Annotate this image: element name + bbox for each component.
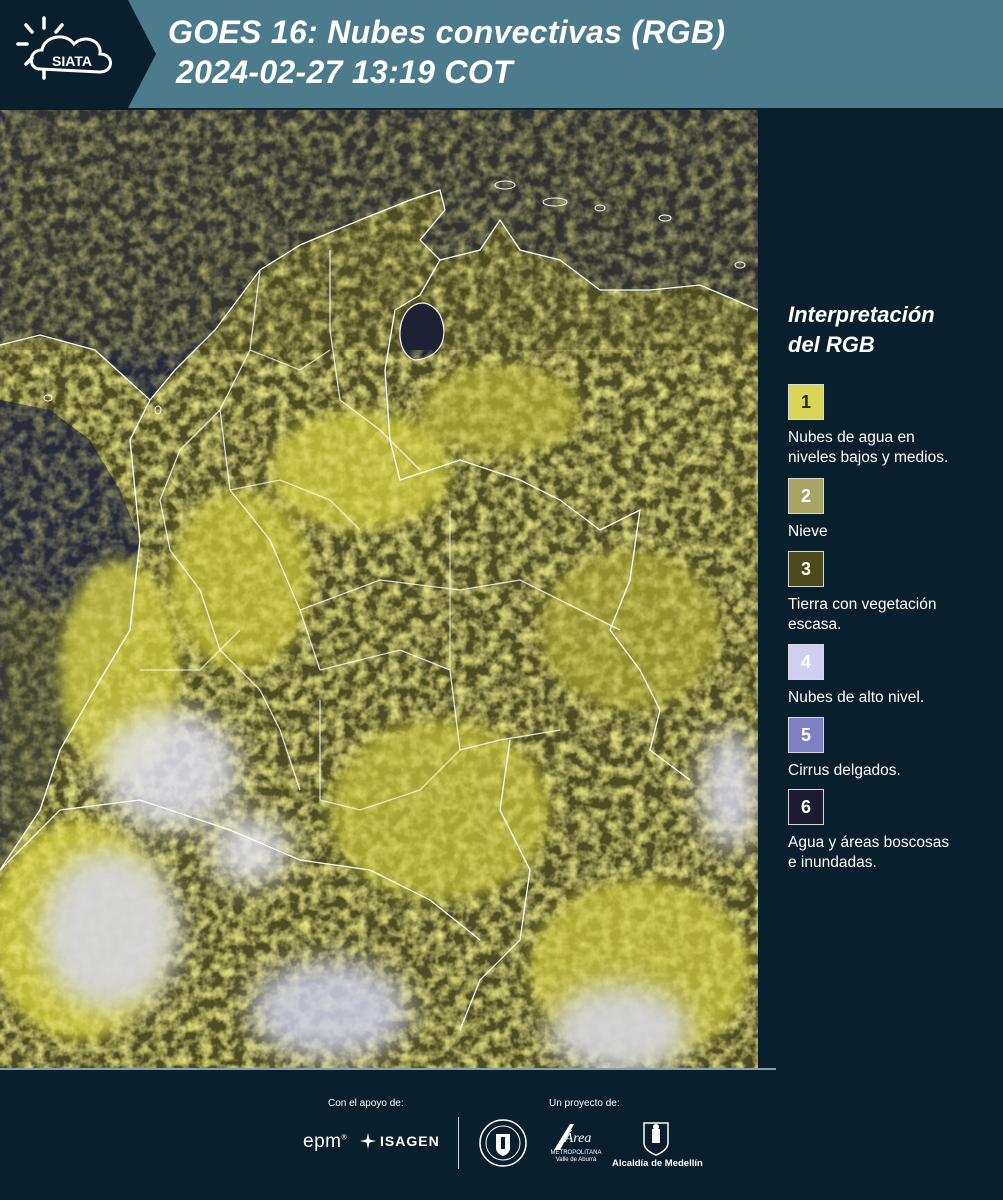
amva-logo-text: METROPOLITANA Valle de Aburrá <box>550 1150 602 1164</box>
satellite-map[interactable] <box>0 110 758 1070</box>
legend-item-text: Nieve <box>788 522 998 542</box>
siata-logo-text: SIATA <box>52 53 92 69</box>
legend-item-text-line1: Agua y áreas boscosas <box>788 834 950 851</box>
legend-item-4: 4 Nubes de alto nivel. <box>788 644 998 708</box>
legend-title-line2: del RGB <box>788 332 875 357</box>
isagen-logo[interactable]: ISAGEN <box>360 1133 440 1149</box>
alcaldia-logo-text: Alcaldía de Medellín <box>612 1158 703 1169</box>
legend-item-text-line1: Nubes de alto nivel. <box>788 689 925 706</box>
legend-item-text: Agua y áreas boscosas e inundadas. <box>788 833 998 873</box>
amva-logo-sub1: METROPOLITANA <box>550 1150 602 1156</box>
amva-logo-sub2: Valle de Aburrá <box>555 1157 597 1163</box>
isagen-logo-text: ISAGEN <box>380 1133 440 1149</box>
legend-item-5: 5 Cirrus delgados. <box>788 717 998 781</box>
timestamp-title: 2024-02-27 13:19 COT <box>176 54 513 90</box>
epm-logo-text: epm <box>303 1131 342 1152</box>
legend-item-6: 6 Agua y áreas boscosas e inundadas. <box>788 789 998 873</box>
page-title: GOES 16: Nubes convectivas (RGB) <box>168 14 726 50</box>
legend-item-3: 3 Tierra con vegetación escasa. <box>788 551 998 635</box>
logo-arrow-shape <box>128 0 156 108</box>
legend-swatch: 5 <box>788 717 824 753</box>
legend-item-text-line1: Nubes de agua en <box>788 429 915 446</box>
legend-item-text-line2: e inundadas. <box>788 854 877 871</box>
isagen-star-icon <box>360 1133 376 1149</box>
legend-item-text: Nubes de agua en niveles bajos y medios. <box>788 428 998 468</box>
legend-item-text: Tierra con vegetación escasa. <box>788 595 998 635</box>
legend-item-2: 2 Nieve <box>788 478 998 542</box>
footer: Con el apoyo de: Un proyecto de: epm® IS… <box>0 1070 1003 1200</box>
legend-swatch: 6 <box>788 789 824 825</box>
support-label: Con el apoyo de: <box>328 1098 404 1109</box>
legend-swatch: 2 <box>788 478 824 514</box>
legend-swatch: 4 <box>788 644 824 680</box>
alcaldia-shield-icon[interactable] <box>642 1119 670 1157</box>
medellin-seal-icon[interactable] <box>478 1118 528 1168</box>
legend-title-line1: Interpretación <box>788 302 935 327</box>
siata-logo-block: SIATA <box>0 0 128 108</box>
legend-item-text: Cirrus delgados. <box>788 761 998 781</box>
legend-swatch: 3 <box>788 551 824 587</box>
epm-logo[interactable]: epm® <box>303 1131 347 1153</box>
legend-item-text-line1: Nieve <box>788 523 828 540</box>
project-label: Un proyecto de: <box>549 1098 620 1109</box>
legend-item-text-line2: niveles bajos y medios. <box>788 449 949 466</box>
legend-item-text-line2: escasa. <box>788 616 842 633</box>
legend-item-text-line1: Cirrus delgados. <box>788 762 901 779</box>
legend-panel: Interpretación del RGB 1 Nubes de agua e… <box>758 108 1003 1070</box>
header-bar: SIATA GOES 16: Nubes convectivas (RGB) 2… <box>0 0 1003 108</box>
legend-item-1: 1 Nubes de agua en niveles bajos y medio… <box>788 384 998 468</box>
amva-logo-name: Área <box>564 1129 592 1146</box>
legend-item-text-line1: Tierra con vegetación <box>788 596 937 613</box>
legend-item-text: Nubes de alto nivel. <box>788 688 998 708</box>
legend-swatch: 1 <box>788 384 824 420</box>
satellite-image <box>0 110 758 1070</box>
legend-title: Interpretación del RGB <box>788 300 988 360</box>
footer-vertical-separator <box>458 1117 459 1169</box>
siata-logo-icon: SIATA <box>16 16 112 80</box>
amva-logo-icon[interactable]: Área <box>550 1120 600 1152</box>
